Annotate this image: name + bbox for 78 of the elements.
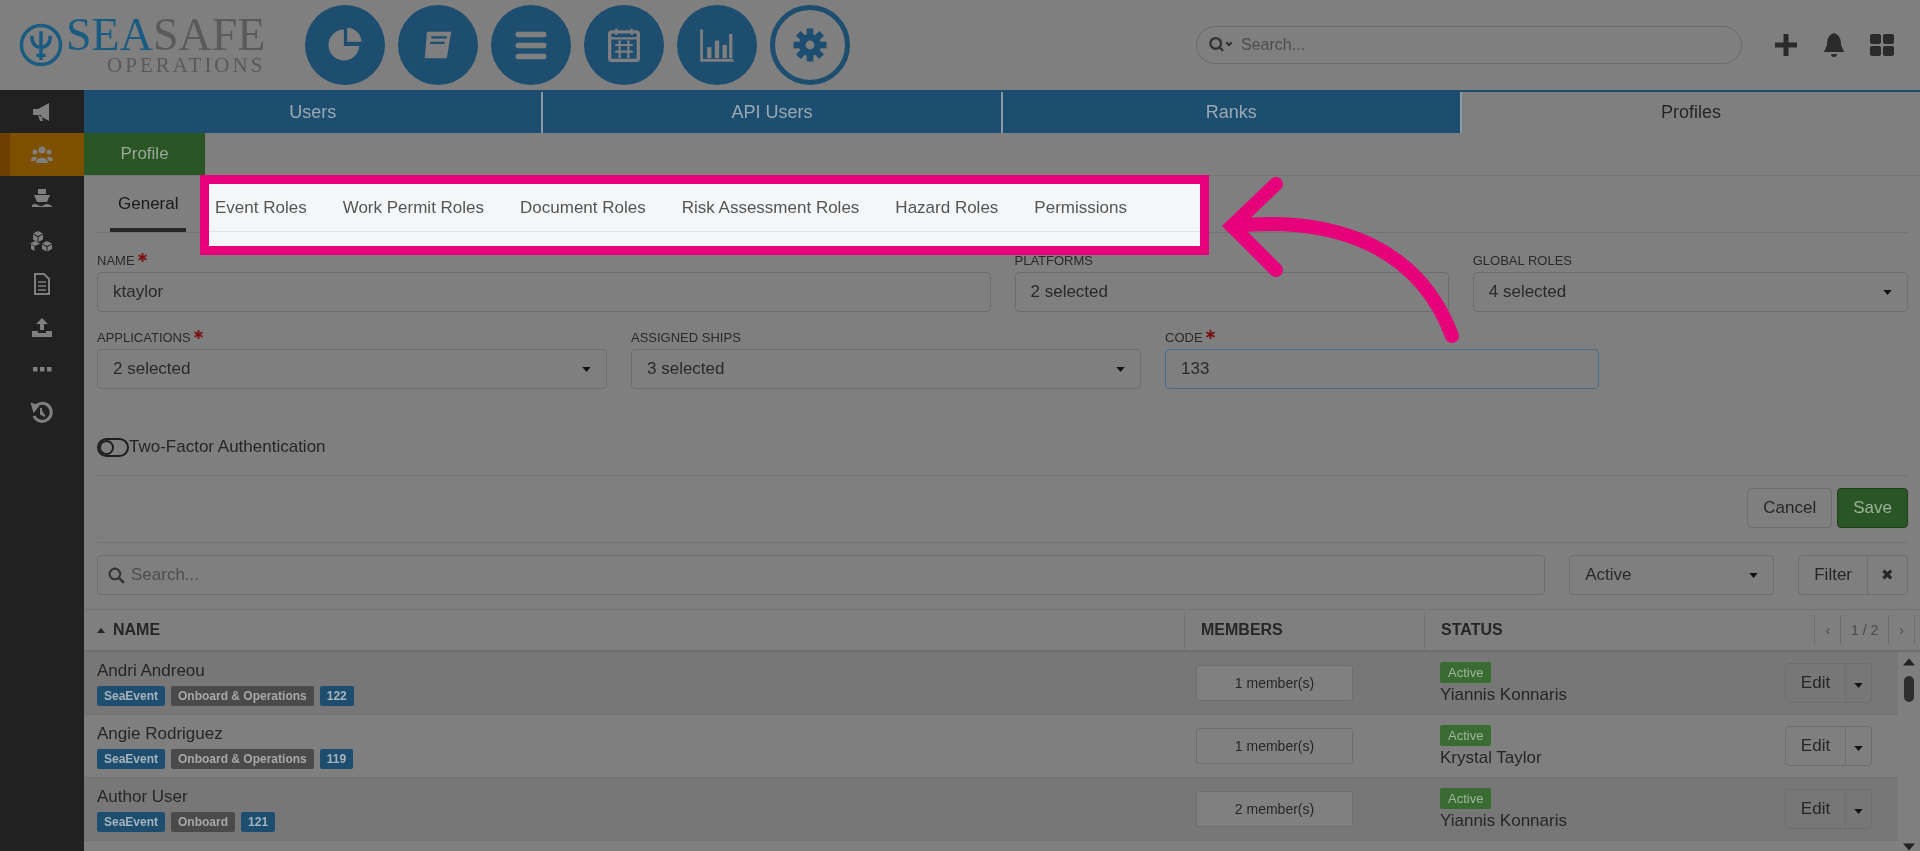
tag: 122 (319, 686, 354, 706)
members-button[interactable]: 1 member(s) (1196, 728, 1353, 764)
save-button[interactable]: Save (1837, 488, 1908, 528)
tag: Onboard & Operations (171, 686, 314, 706)
grid-icon[interactable] (1868, 31, 1896, 59)
history-icon (30, 400, 54, 425)
profile-section-tab[interactable]: Permissions (1016, 184, 1145, 232)
profile-section-tab[interactable]: Risk Assessment Roles (663, 184, 878, 232)
tag: 119 (319, 749, 354, 769)
status-badge: Active (1440, 724, 1492, 746)
column-header[interactable]: STATUS (1441, 621, 1503, 639)
section-tab[interactable]: Profiles (1462, 92, 1920, 133)
scroll-up-icon[interactable] (1903, 658, 1915, 666)
profile-name: Angie Rodriguez (97, 723, 224, 745)
profile-section-tab[interactable]: Hazard Roles (877, 184, 1017, 232)
field-label: GLOBAL ROLES (1472, 253, 1572, 268)
profile-section-tab[interactable]: Document Roles (502, 184, 664, 232)
tag: Onboard (171, 812, 236, 832)
profile-section-tab[interactable]: General (110, 176, 187, 232)
tag: SeaEvent (97, 749, 166, 769)
search-icon (1208, 36, 1234, 53)
section-tab[interactable]: API Users (543, 92, 1003, 133)
profile-section-tab[interactable]: Event Roles (215, 184, 325, 232)
field-label: ASSIGNED SHIPS (631, 330, 741, 345)
field-label: PLATFORMS (1014, 253, 1093, 268)
select-field[interactable]: 2 selected (1014, 272, 1449, 312)
profile-name: Andri Andreou (97, 660, 206, 682)
text-field[interactable]: 133 (1165, 349, 1599, 389)
required-icon (137, 253, 147, 262)
next-page-button[interactable]: › (1888, 615, 1915, 645)
clear-button[interactable]: ✖ (1867, 556, 1907, 594)
select-field[interactable]: 2 selected (97, 349, 607, 389)
status-select[interactable]: Active (1569, 555, 1775, 595)
column-header[interactable]: NAME (113, 621, 161, 639)
filter-button[interactable]: Filter (1799, 556, 1867, 594)
more-icon (31, 366, 53, 373)
profile-name: Author User (97, 786, 189, 808)
caret-icon (1854, 745, 1864, 751)
owner-name: Yiannis Konnaris (1440, 684, 1568, 705)
profile-tab[interactable]: Profile (84, 133, 205, 175)
field-label: NAME (97, 253, 135, 268)
select-field[interactable]: 4 selected (1472, 272, 1908, 312)
owner-name: Krystal Taylor (1440, 747, 1543, 768)
owner-name: Yiannis Konnaris (1440, 810, 1568, 831)
column-header[interactable]: MEMBERS (1201, 621, 1283, 639)
tag: SeaEvent (97, 812, 166, 832)
required-icon (1205, 330, 1215, 339)
members-button[interactable]: 1 member(s) (1196, 665, 1353, 701)
tag: 121 (241, 812, 276, 832)
field-label: CODE (1165, 330, 1203, 345)
members-button[interactable]: 2 member(s) (1196, 791, 1353, 827)
previous-page-button[interactable]: ‹ (1814, 615, 1841, 645)
status-badge: Active (1440, 787, 1492, 809)
sidebar-item[interactable] (0, 133, 84, 176)
caret-icon (1749, 572, 1759, 578)
field-label: APPLICATIONS (97, 330, 191, 345)
tag: SeaEvent (97, 686, 166, 706)
scroll-down-icon[interactable] (1903, 843, 1915, 851)
tag: Onboard & Operations (171, 749, 314, 769)
cancel-button[interactable]: Cancel (1747, 488, 1833, 528)
select-field[interactable]: 3 selected (631, 349, 1141, 389)
search-icon (108, 567, 125, 584)
toggle-label: Two-Factor Authentication (129, 437, 326, 457)
caret-icon (1854, 682, 1864, 688)
add-icon[interactable] (1772, 31, 1800, 59)
toggle-switch[interactable] (97, 437, 129, 457)
logo-word: SEA (66, 9, 153, 60)
status-badge: Active (1440, 661, 1492, 683)
scroll-thumb[interactable] (1904, 676, 1914, 702)
profile-section-tab[interactable]: Work Permit Roles (324, 184, 503, 232)
caret-icon (1883, 289, 1892, 295)
trident-icon (18, 22, 64, 68)
caret-icon (1116, 366, 1125, 372)
caret-icon (582, 366, 591, 372)
cubes-icon (30, 228, 54, 253)
required-icon (193, 330, 203, 339)
text-field[interactable]: ktaylor (97, 272, 991, 312)
caret-icon (1854, 808, 1864, 814)
